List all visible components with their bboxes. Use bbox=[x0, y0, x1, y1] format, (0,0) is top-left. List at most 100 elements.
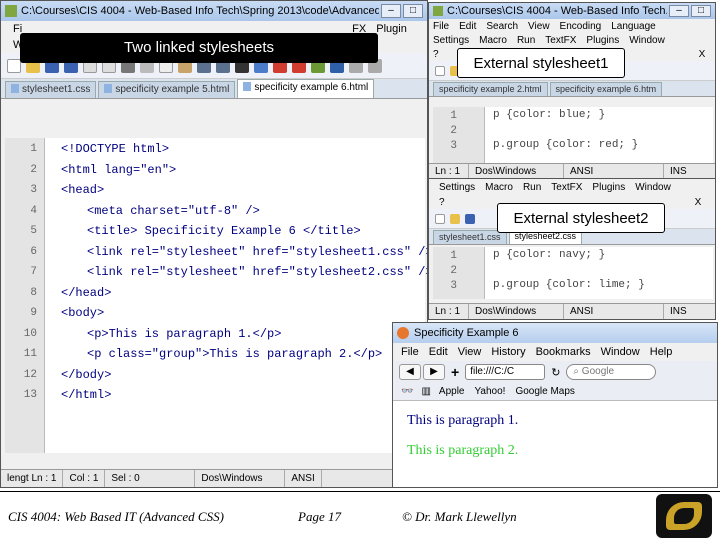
close-doc-x[interactable]: X bbox=[695, 197, 702, 208]
tab-specificity-6[interactable]: specificity example 6.html bbox=[237, 79, 375, 98]
code-line: </html> bbox=[61, 388, 112, 402]
status-encoding: ANSI bbox=[285, 470, 322, 487]
bookmark-google-maps[interactable]: Google Maps bbox=[515, 386, 574, 397]
stylesheet2-window: Settings Macro Run TextFX Plugins Window… bbox=[428, 178, 716, 320]
line-number: 10 bbox=[23, 327, 37, 340]
menu-view[interactable]: View bbox=[528, 21, 550, 32]
menu-plugins[interactable]: Plugin bbox=[376, 23, 407, 35]
menu-window[interactable]: Window bbox=[629, 35, 665, 46]
line-number: 4 bbox=[30, 204, 37, 217]
search-input[interactable]: ⌕ Google bbox=[566, 364, 657, 380]
menu-settings[interactable]: Settings bbox=[433, 35, 469, 46]
line-number: 3 bbox=[30, 184, 37, 196]
main-code-area[interactable]: 1 2 3 4 5 6 7 8 9 10 11 12 13 <!DOCTYPE html> <html l… bbox=[5, 138, 427, 453]
css2-code-area[interactable]: 1 2 3 p {color: navy; } p.group {color: … bbox=[433, 247, 713, 299]
minimize-button[interactable]: – bbox=[669, 5, 689, 17]
maximize-button[interactable]: □ bbox=[691, 5, 711, 17]
tab-stylesheet1[interactable]: stylesheet1.css bbox=[433, 230, 507, 244]
status-eol: Dos\Windows bbox=[469, 304, 564, 319]
menu-file[interactable]: File bbox=[433, 21, 449, 32]
css-rule-p-group: p.group {color: red; } bbox=[493, 139, 639, 151]
menu-help[interactable]: ? bbox=[433, 49, 439, 60]
browser-title: Specificity Example 6 bbox=[414, 327, 519, 339]
main-tab-strip: stylesheet1.css specificity example 5.ht… bbox=[1, 79, 427, 99]
bookmarks-bar: 👓 ▥ Apple Yahoo! Google Maps bbox=[393, 383, 717, 401]
maximize-button[interactable]: □ bbox=[403, 4, 423, 18]
menu-help[interactable]: ? bbox=[439, 197, 445, 208]
stylesheet1-window: C:\Courses\CIS 4004 - Web-Based Info Tec… bbox=[428, 2, 716, 180]
line-number: 2 bbox=[450, 125, 457, 137]
bookmark-apple[interactable]: Apple bbox=[439, 386, 465, 397]
new-file-icon[interactable] bbox=[7, 58, 21, 73]
line-number: 6 bbox=[30, 245, 37, 258]
back-button[interactable]: ◀ bbox=[399, 364, 421, 380]
menu-help[interactable]: Help bbox=[650, 346, 673, 358]
new-file-icon[interactable] bbox=[435, 213, 445, 224]
menu-macro[interactable]: Macro bbox=[479, 35, 507, 46]
app-icon bbox=[433, 6, 443, 16]
refresh-icon[interactable]: ↻ bbox=[551, 366, 560, 379]
tab-specificity-6[interactable]: specificity example 6.htm bbox=[549, 82, 663, 96]
menu-file[interactable]: File bbox=[401, 346, 419, 358]
menu-run[interactable]: Run bbox=[523, 182, 541, 193]
css-rule-p-group: p.group {color: lime; } bbox=[493, 279, 645, 291]
callout-external-stylesheet1: External stylesheet1 bbox=[457, 48, 625, 78]
save-icon[interactable] bbox=[465, 213, 475, 224]
menu-plugins[interactable]: Plugins bbox=[586, 35, 619, 46]
css1-code-area[interactable]: 1 2 3 p {color: blue; } p.group {color: … bbox=[433, 107, 713, 163]
reader-icon[interactable]: 👓 bbox=[401, 386, 413, 397]
menu-window[interactable]: Window bbox=[601, 346, 640, 358]
main-title-bar[interactable]: C:\Courses\CIS 4004 - Web-Based Info Tec… bbox=[1, 1, 427, 21]
footer-author: © Dr. Mark Llewellyn bbox=[402, 509, 517, 524]
menu-run[interactable]: Run bbox=[517, 35, 535, 46]
open-folder-icon[interactable] bbox=[450, 213, 460, 224]
menu-language[interactable]: Language bbox=[611, 21, 656, 32]
css2-menu-bar: Settings Macro Run TextFX Plugins Window bbox=[429, 179, 715, 195]
show-bookmarks-icon[interactable]: ▥ bbox=[421, 386, 430, 397]
css1-title-bar[interactable]: C:\Courses\CIS 4004 - Web-Based Info Tec… bbox=[429, 3, 715, 19]
browser-title-bar[interactable]: Specificity Example 6 bbox=[393, 323, 717, 343]
status-col: Col : 1 bbox=[63, 470, 106, 487]
status-encoding: ANSI bbox=[564, 304, 664, 319]
menu-encoding[interactable]: Encoding bbox=[560, 21, 602, 32]
tab-specificity-2[interactable]: specificity example 2.html bbox=[433, 82, 548, 96]
menu-plugins[interactable]: Plugins bbox=[592, 182, 625, 193]
bookmark-yahoo[interactable]: Yahoo! bbox=[474, 386, 505, 397]
menu-window[interactable]: Window bbox=[635, 182, 671, 193]
menu-macro[interactable]: Macro bbox=[485, 182, 513, 193]
line-number: 1 bbox=[450, 110, 457, 122]
tab-specificity-5[interactable]: specificity example 5.html bbox=[98, 81, 236, 98]
line-number: 1 bbox=[30, 143, 37, 155]
new-file-icon[interactable] bbox=[435, 65, 445, 76]
css1-window-title: C:\Courses\CIS 4004 - Web-Based Info Tec… bbox=[447, 5, 667, 17]
menu-search[interactable]: Search bbox=[486, 21, 518, 32]
menu-edit[interactable]: Edit bbox=[459, 21, 476, 32]
line-number: 7 bbox=[30, 266, 37, 278]
code-line: </body> bbox=[61, 367, 112, 382]
new-tab-icon[interactable]: + bbox=[451, 364, 459, 380]
callout-external-stylesheet2: External stylesheet2 bbox=[497, 203, 665, 233]
url-bar[interactable]: file:///C:/C bbox=[465, 364, 546, 380]
status-eol: Dos\Windows bbox=[195, 470, 286, 487]
browser-menu-bar: File Edit View History Bookmarks Window … bbox=[393, 343, 717, 361]
tab-stylesheet1[interactable]: stylesheet1.css bbox=[5, 81, 97, 98]
close-doc-x[interactable]: X bbox=[699, 49, 706, 60]
line-number: 12 bbox=[23, 368, 37, 381]
menu-bookmarks[interactable]: Bookmarks bbox=[536, 346, 591, 358]
line-number: 2 bbox=[30, 163, 37, 176]
url-text: file:///C:/C bbox=[470, 366, 515, 377]
menu-view[interactable]: View bbox=[458, 346, 482, 358]
firefox-icon bbox=[397, 327, 409, 339]
menu-textfx[interactable]: TextFX bbox=[545, 35, 576, 46]
slide-footer: CIS 4004: Web Based IT (Advanced CSS) Pa… bbox=[0, 491, 720, 540]
code-line: <title> Specificity Example 6 </title> bbox=[87, 224, 361, 238]
minimize-button[interactable]: – bbox=[381, 4, 401, 18]
forward-button[interactable]: ▶ bbox=[423, 364, 445, 380]
footer-course: CIS 4004: Web Based IT (Advanced CSS) bbox=[8, 509, 224, 524]
menu-history[interactable]: History bbox=[491, 346, 525, 358]
paragraph-1: This is paragraph 1. bbox=[407, 413, 519, 428]
menu-settings[interactable]: Settings bbox=[439, 182, 475, 193]
menu-textfx[interactable]: TextFX bbox=[551, 182, 582, 193]
code-line: <meta charset="utf-8" /> bbox=[87, 203, 260, 218]
menu-edit[interactable]: Edit bbox=[429, 346, 448, 358]
